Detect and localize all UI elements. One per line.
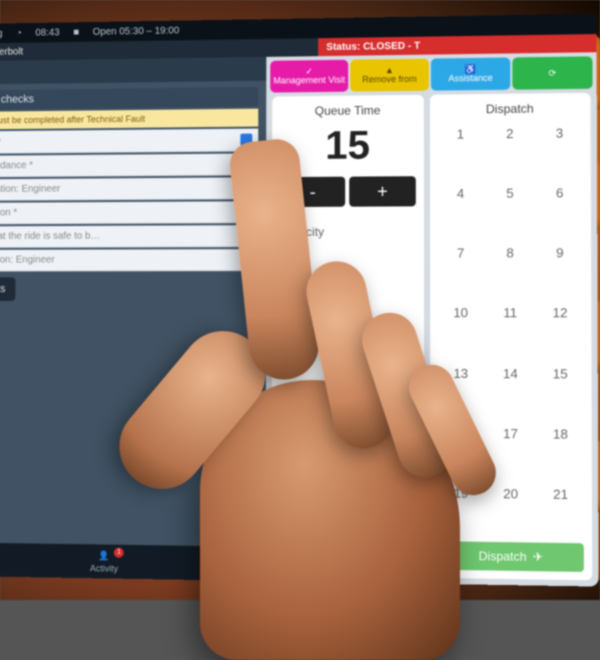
status-clock-icon: ◔ [16, 28, 22, 39]
nav-item-activity[interactable]: 👤 Activity 1 [90, 550, 118, 573]
status-time: 08:43 [35, 27, 59, 38]
check-row-label: authorisation: Engineer [0, 184, 60, 195]
dispatch-cell[interactable]: 11 [487, 301, 533, 355]
user-icon: 👤 [98, 550, 109, 561]
queue-time-label: Queue Time [280, 103, 415, 118]
dispatch-cell[interactable]: 9 [537, 241, 583, 295]
action-management-visit[interactable]: ✓Management Visit [270, 60, 348, 93]
send-icon: ✈ [533, 550, 543, 564]
dispatch-cell[interactable]: 12 [537, 301, 583, 355]
dispatch-cell[interactable]: 6 [537, 181, 583, 235]
operations-panel: ✓Management Visit ▲Remove from ♿Assistan… [266, 52, 599, 586]
queue-time-value: 15 [280, 123, 415, 169]
dispatch-button[interactable]: Dispatch✈ [438, 541, 584, 572]
action-remove[interactable]: ▲Remove from [350, 59, 429, 92]
dispatch-cell[interactable]: 8 [487, 241, 533, 295]
check-row[interactable]: authorisation: Engineer [0, 177, 258, 201]
dispatch-cell[interactable]: 13 [438, 361, 483, 415]
dispatch-cell[interactable]: 19 [438, 481, 484, 536]
queue-minus-button[interactable]: - [280, 177, 345, 207]
dispatch-cell[interactable]: 4 [438, 182, 483, 236]
checkbox-icon[interactable] [240, 134, 252, 146]
status-open-icon: ■ [73, 27, 79, 38]
dispatch-cell[interactable]: 7 [438, 242, 483, 296]
dispatch-cell[interactable]: 2 [487, 122, 533, 176]
tablet-screen: Fri, 19 Aug ◔ 08:43 ■ Open 05:30 – 19:00… [0, 14, 599, 587]
check-row-label: Present * [0, 136, 1, 147]
quick-actions: ✓Management Visit ▲Remove from ♿Assistan… [266, 52, 597, 96]
nav-label: Activity [90, 563, 118, 573]
bottom-nav: 👤 Activity 1 [0, 542, 266, 581]
queue-time-card: Queue Time 15 - + capacity [272, 95, 424, 578]
dispatch-cell[interactable]: 14 [488, 361, 534, 415]
dispatch-cell[interactable]: 15 [537, 362, 583, 416]
submit-checks-button[interactable]: it checks [0, 277, 15, 301]
check-row[interactable]: nfirms that the ride is safe to b… [0, 225, 258, 248]
status-open-hours: Open 05:30 – 19:00 [93, 25, 180, 37]
checks-panel: ecks cal fault checks checks must be com… [0, 57, 266, 581]
dispatch-grid: 1 2 3 4 5 6 7 8 9 10 11 12 13 [438, 121, 584, 537]
fault-checks-title: cal fault checks [0, 87, 258, 110]
check-row-label: nfirms that the ride is safe to b… [0, 231, 100, 242]
dispatch-cell[interactable]: 21 [538, 482, 584, 537]
dispatch-cell[interactable]: 1 [438, 122, 483, 176]
check-row[interactable]: uthorisation: Engineer [0, 249, 258, 271]
fault-checks-note: checks must be completed after Technical… [0, 109, 258, 130]
ride-name: Thunderbolt [0, 46, 23, 57]
dispatch-card: Dispatch 1 2 3 4 5 6 7 8 9 10 11 [430, 93, 593, 581]
check-row-label: e resolution * [0, 207, 17, 218]
dispatch-label: Dispatch [438, 101, 583, 117]
action-extra[interactable]: ⟳ [512, 56, 592, 89]
dispatch-cell[interactable]: 16 [438, 421, 484, 475]
dispatch-cell[interactable]: 10 [438, 301, 483, 355]
capacity-label: capacity [280, 224, 416, 239]
check-row[interactable]: e resolution * [0, 201, 258, 224]
queue-plus-button[interactable]: + [350, 176, 416, 207]
check-row[interactable]: y in attendance * [0, 153, 258, 177]
check-row[interactable]: Present * [0, 129, 258, 154]
dispatch-cell[interactable]: 17 [488, 421, 534, 476]
nav-badge: 1 [114, 547, 124, 557]
dispatch-cell[interactable]: 18 [537, 422, 583, 477]
dispatch-cell[interactable]: 5 [487, 182, 533, 236]
dispatch-cell[interactable]: 3 [537, 121, 583, 175]
action-assistance[interactable]: ♿Assistance [431, 57, 510, 90]
check-row-label: uthorisation: Engineer [0, 255, 55, 266]
check-row-label: y in attendance * [0, 160, 33, 171]
status-date: Fri, 19 Aug [0, 28, 3, 39]
dispatch-cell[interactable]: 20 [488, 482, 534, 537]
